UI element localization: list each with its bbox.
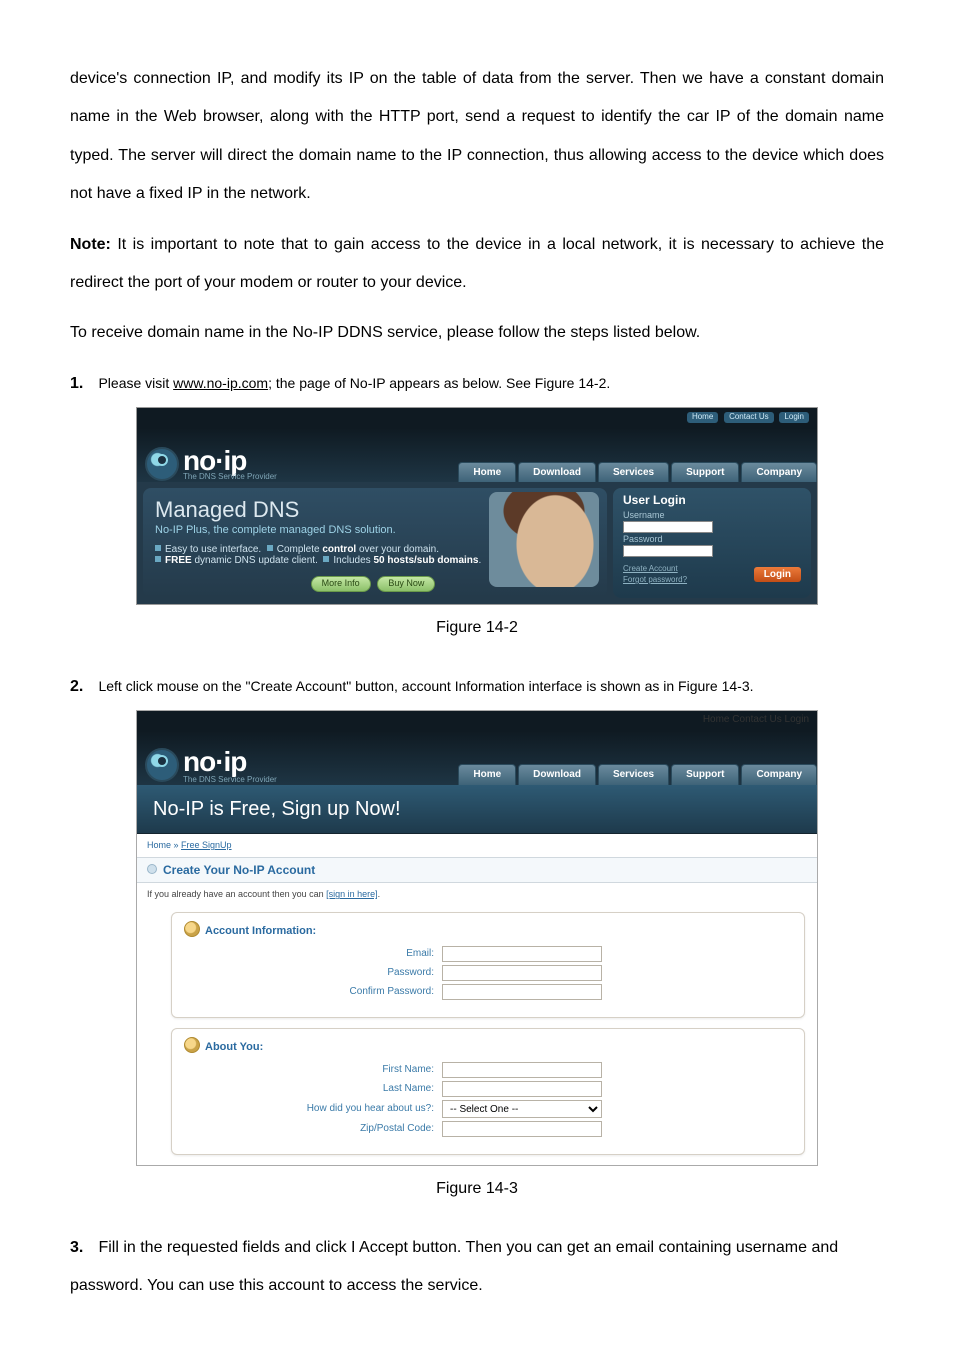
nav-download[interactable]: Download <box>518 764 596 785</box>
body-paragraph: device's connection IP, and modify its I… <box>70 60 884 214</box>
password-label: Password <box>623 535 801 545</box>
note-body: It is important to note that to gain acc… <box>70 236 884 291</box>
email-label: Email: <box>184 948 442 960</box>
figure-caption: Figure 14-3 <box>70 1178 884 1200</box>
username-label: Username <box>623 511 801 521</box>
create-account-link[interactable]: Create Account <box>623 564 678 573</box>
signin-hint: If you already have an account then you … <box>137 883 817 906</box>
zip-label: Zip/Postal Code: <box>184 1123 442 1135</box>
bullet-text: dynamic DNS update client. <box>192 555 318 566</box>
noip-link[interactable]: www.no-ip.com <box>173 375 268 391</box>
note-paragraph: Note: It is important to note that to ga… <box>70 226 884 303</box>
nav-home[interactable]: Home <box>458 462 516 482</box>
figure-14-2-screenshot: Home Contact Us Login no·ip The DNS Serv… <box>136 407 818 605</box>
logo-icon <box>145 447 179 481</box>
username-input[interactable] <box>623 521 713 533</box>
bullet-bold: control <box>322 544 356 555</box>
password-input[interactable] <box>442 965 602 981</box>
login-panel: User Login Username Password Create Acco… <box>613 488 811 598</box>
nav-company[interactable]: Company <box>741 462 817 482</box>
step-text: Fill in the requested fields and click I… <box>70 1239 838 1294</box>
util-home[interactable]: Home <box>703 714 730 725</box>
signup-banner: No-IP is Free, Sign up Now! <box>137 785 817 834</box>
note-label: Note: <box>70 236 111 253</box>
nav-services[interactable]: Services <box>598 764 669 785</box>
about-you-title: About You: <box>184 1037 792 1054</box>
confirm-password-label: Confirm Password: <box>184 986 442 998</box>
section-title: Create Your No-IP Account <box>137 857 817 883</box>
logo-text: no·ip <box>183 745 277 779</box>
top-util-bar: Home Contact Us Login <box>137 711 817 731</box>
nav-home[interactable]: Home <box>458 764 516 785</box>
bullet-bold: 50 hosts/sub domains <box>373 555 478 566</box>
about-you-card: About You: First Name: Last Name: How di… <box>171 1028 805 1155</box>
logo-tagline: The DNS Service Provider <box>183 473 277 482</box>
top-util-bar: Home Contact Us Login <box>137 408 817 428</box>
nav-company[interactable]: Company <box>741 764 817 785</box>
nav-download[interactable]: Download <box>518 462 596 482</box>
last-name-input[interactable] <box>442 1081 602 1097</box>
util-contact[interactable]: Contact Us <box>724 412 774 423</box>
figure-14-3-screenshot: Home Contact Us Login no·ip The DNS Serv… <box>136 710 818 1166</box>
hear-about-select[interactable]: -- Select One -- <box>442 1100 602 1118</box>
forgot-password-link[interactable]: Forgot password? <box>623 575 687 584</box>
confirm-password-input[interactable] <box>442 984 602 1000</box>
logo-icon <box>145 748 179 782</box>
buy-now-button[interactable]: Buy Now <box>377 576 435 592</box>
nav-tabs: Home Download Services Support Company <box>456 462 817 482</box>
breadcrumb-home[interactable]: Home <box>147 840 171 850</box>
account-info-title: Account Information: <box>184 921 792 938</box>
bullet-text: Complete <box>277 544 323 555</box>
last-name-label: Last Name: <box>184 1083 442 1095</box>
login-button[interactable]: Login <box>754 567 801 582</box>
step-number: 1. <box>70 365 94 403</box>
step-text-part: Please visit <box>98 375 173 391</box>
util-contact[interactable]: Contact Us <box>732 714 781 725</box>
figure-caption: Figure 14-2 <box>70 617 884 639</box>
hint-text: If you already have an account then you … <box>147 889 326 899</box>
bullet-text: . <box>478 555 481 566</box>
hero-panel: Managed DNS No-IP Plus, the complete man… <box>143 488 607 598</box>
login-title: User Login <box>623 494 801 507</box>
signin-here-link[interactable]: [sign in here] <box>326 889 378 899</box>
first-name-label: First Name: <box>184 1064 442 1076</box>
hear-about-label: How did you hear about us?: <box>184 1103 442 1115</box>
util-login[interactable]: Login <box>779 412 809 423</box>
email-input[interactable] <box>442 946 602 962</box>
bullet-text: Easy to use interface. <box>165 544 261 555</box>
bullet-bold: FREE <box>165 555 192 566</box>
nav-tabs: Home Download Services Support Company <box>456 764 817 785</box>
more-info-button[interactable]: More Info <box>311 576 371 592</box>
logo: no·ip The DNS Service Provider <box>145 745 277 785</box>
util-home[interactable]: Home <box>687 412 718 423</box>
hero-photo <box>489 492 599 587</box>
step-number: 2. <box>70 668 94 706</box>
password-label: Password: <box>184 967 442 979</box>
account-info-card: Account Information: Email: Password: Co… <box>171 912 805 1018</box>
nav-support[interactable]: Support <box>671 764 739 785</box>
step-number: 3. <box>70 1229 94 1267</box>
logo-tagline: The DNS Service Provider <box>183 775 277 785</box>
breadcrumb: Home » Free SignUp <box>137 834 817 857</box>
bullet-text: Includes <box>333 555 373 566</box>
bullet-text: over your domain. <box>356 544 439 555</box>
breadcrumb-sep: » <box>171 840 181 850</box>
password-input[interactable] <box>623 545 713 557</box>
step-text-part: ; the page of No-IP appears as below. Se… <box>268 375 610 391</box>
site-header: no·ip The DNS Service Provider Home Down… <box>137 428 817 482</box>
nav-support[interactable]: Support <box>671 462 739 482</box>
nav-services[interactable]: Services <box>598 462 669 482</box>
logo: no·ip The DNS Service Provider <box>145 446 277 483</box>
breadcrumb-signup[interactable]: Free SignUp <box>181 840 232 850</box>
step-text: Left click mouse on the "Create Account"… <box>98 678 753 694</box>
zip-input[interactable] <box>442 1121 602 1137</box>
step-text: Please visit www.no-ip.com; the page of … <box>98 375 610 391</box>
first-name-input[interactable] <box>442 1062 602 1078</box>
body-paragraph: To receive domain name in the No-IP DDNS… <box>70 314 884 352</box>
site-header: no·ip The DNS Service Provider Home Down… <box>137 731 817 785</box>
util-login[interactable]: Login <box>785 714 809 725</box>
